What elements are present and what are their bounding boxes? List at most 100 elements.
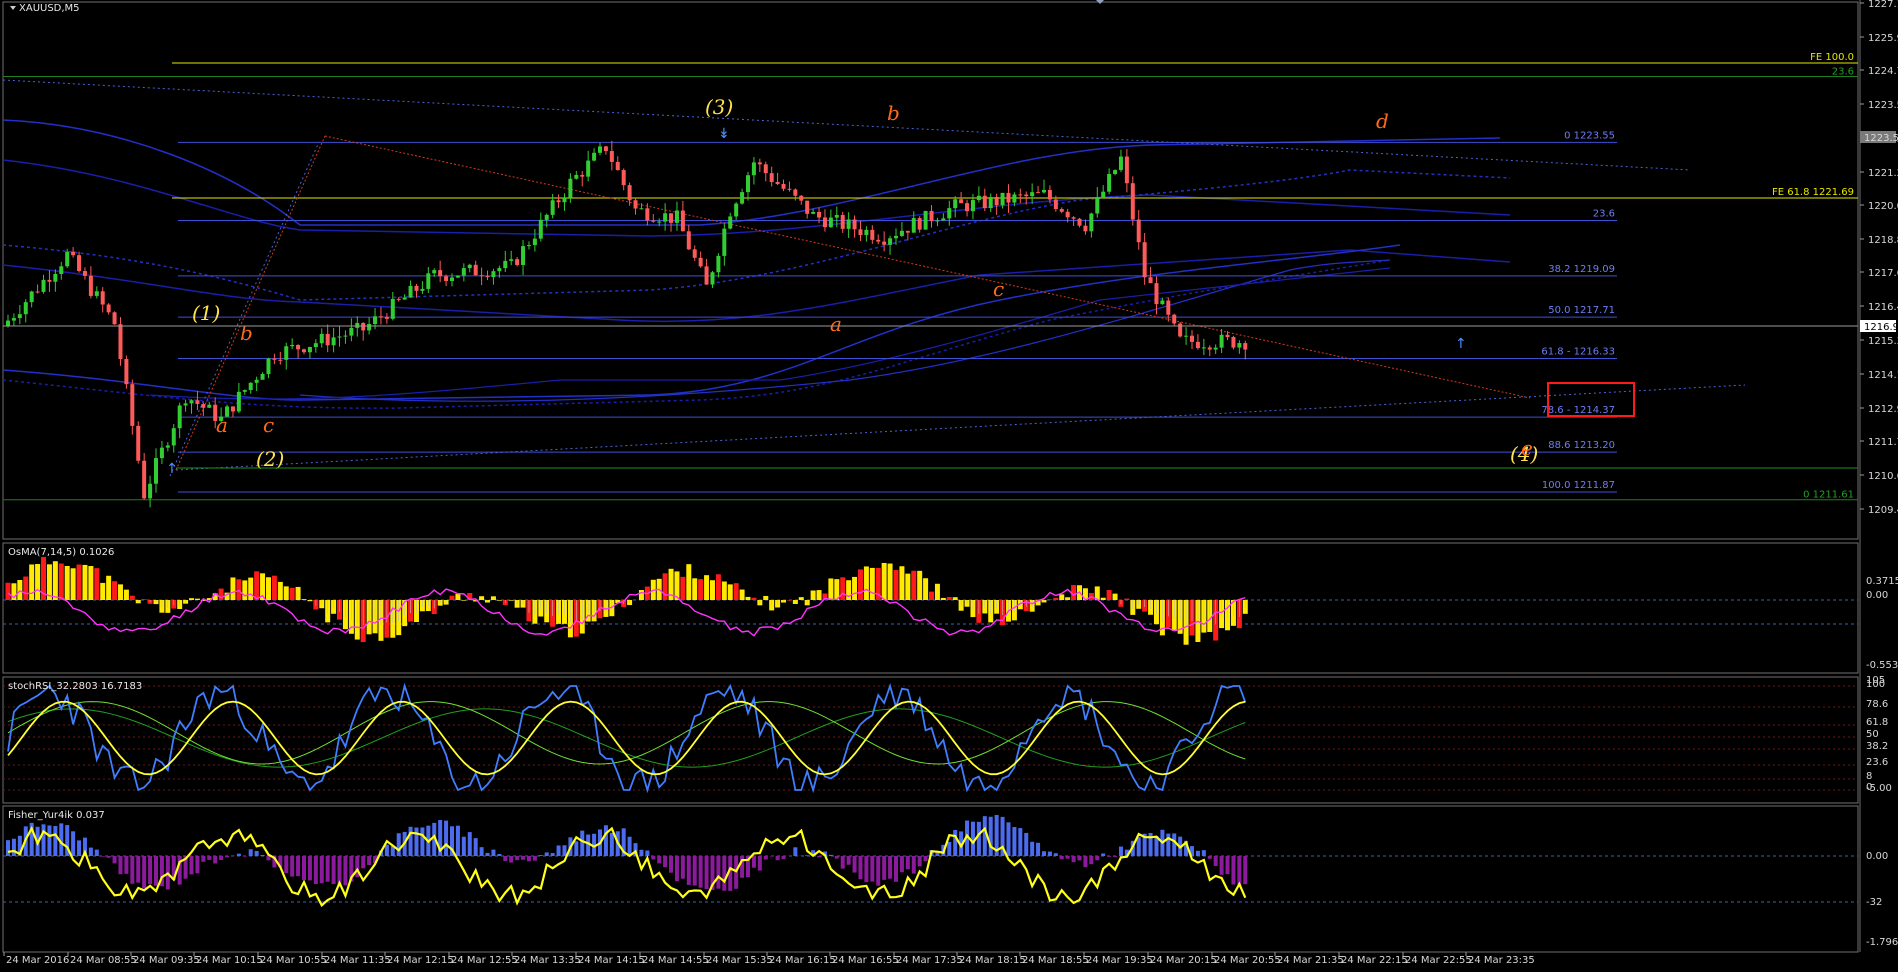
osma-bar [1053, 597, 1059, 600]
candle-body [414, 285, 419, 291]
candle-body [1059, 209, 1064, 212]
candle-body [1190, 335, 1194, 342]
fisher-bar [663, 856, 668, 868]
osma-bar [1106, 590, 1112, 600]
fisher-bar [1018, 828, 1023, 856]
fisher-bar [343, 856, 348, 886]
osma-bar [117, 584, 123, 600]
fisher-bar [148, 856, 153, 884]
current-price-label: 1216.9 [1864, 322, 1898, 333]
fisher-bar [1118, 846, 1123, 856]
osma-bar [798, 597, 804, 600]
candle-body [450, 277, 454, 281]
candle-body [633, 200, 638, 209]
candle-body [1178, 323, 1183, 337]
fisher-bar [544, 852, 549, 856]
candle-body [177, 405, 182, 429]
fisher-bar [651, 856, 656, 860]
candle-body [136, 425, 141, 461]
osma-bar [254, 571, 260, 600]
osma-bar [1124, 598, 1130, 600]
fisher-bar [692, 856, 697, 886]
price-tick-label: 1216.4 [1868, 302, 1898, 313]
fisher-bar [248, 849, 253, 856]
candle-body [562, 197, 567, 203]
time-tick-label: 24 Mar 14:15 [578, 955, 645, 966]
candle-body [47, 279, 52, 282]
candle-body [846, 219, 851, 229]
fisher-bar [290, 856, 295, 877]
osma-bar [745, 596, 751, 600]
candle-body [35, 291, 40, 293]
candle-body [876, 239, 881, 242]
fisher-bar [870, 856, 875, 882]
candle-body [1160, 300, 1165, 305]
candle-body [651, 220, 656, 222]
fisher-bar [225, 856, 230, 858]
fisher-bar [219, 856, 224, 861]
stoch-tick-label: 61.8 [1866, 717, 1888, 728]
candle-body [550, 200, 555, 215]
osma-bar [455, 593, 461, 600]
osma-bar [917, 570, 923, 600]
fisher-tick-label: 0.00 [1866, 851, 1888, 862]
fisher-bar [698, 856, 703, 888]
candle-body [461, 268, 466, 276]
fisher-bar [1059, 856, 1064, 860]
candle-body [1012, 194, 1017, 203]
osma-bar [449, 595, 455, 600]
candle-body [236, 391, 241, 412]
fisher-bar [77, 840, 82, 856]
fisher-title: Fisher_Yur4ik 0.037 [8, 810, 105, 821]
fisher-bar [864, 856, 869, 883]
osma-bar [869, 567, 875, 600]
candle-body [615, 161, 620, 171]
candle-body [663, 213, 668, 222]
fisher-bar [242, 856, 247, 857]
candle-body [822, 217, 827, 228]
stoch-tick-label: -5.00 [1866, 783, 1892, 794]
candle-body [757, 162, 762, 165]
candle-body [11, 318, 16, 321]
fisher-bar [734, 856, 739, 889]
osma-bar [1100, 597, 1106, 600]
fisher-bar [444, 820, 449, 856]
price-tick-label: 1217.6 [1868, 268, 1898, 279]
stoch-tick-label: 38.2 [1866, 741, 1888, 752]
osma-bar [70, 568, 76, 600]
osma-bar [709, 580, 715, 600]
osma-bar [23, 576, 29, 600]
candle-body [521, 246, 526, 265]
osma-bar [810, 590, 816, 600]
osma-bar [940, 597, 946, 600]
candle-body [467, 264, 472, 269]
price-tick-label: 1224.7 [1868, 66, 1898, 77]
candle-body [704, 266, 709, 285]
osma-bar [112, 581, 118, 600]
candle-body [195, 400, 200, 404]
fisher-bar [556, 845, 561, 856]
fisher-bar [302, 856, 306, 880]
time-tick-label: 24 Mar 12:15 [387, 955, 454, 966]
stoch-tick-label: 100 [1866, 679, 1885, 690]
fisher-bar [420, 827, 425, 856]
candle-body [337, 336, 342, 338]
fisher-bar [509, 856, 514, 863]
candle-body [609, 151, 614, 162]
time-tick-label: 24 Mar 20:55 [1214, 955, 1281, 966]
candle-body [716, 255, 721, 273]
candle-body [426, 273, 431, 289]
fisher-bar [1195, 850, 1200, 856]
candle-body [1237, 343, 1242, 348]
candle-body [1172, 314, 1177, 324]
fisher-bar [154, 856, 158, 886]
fisher-bar [1172, 833, 1177, 856]
fisher-bar [136, 856, 141, 883]
trading-chart[interactable]: XAUUSD,M5 0 1223.55 23.6 38.2 1219.09 50.0 … [0, 0, 1898, 972]
fisher-bar [757, 856, 762, 871]
osma-bar [479, 596, 485, 600]
candle-body [834, 214, 839, 218]
candle-body [970, 200, 975, 212]
candle-body [692, 249, 697, 258]
osma-bar [934, 583, 940, 600]
